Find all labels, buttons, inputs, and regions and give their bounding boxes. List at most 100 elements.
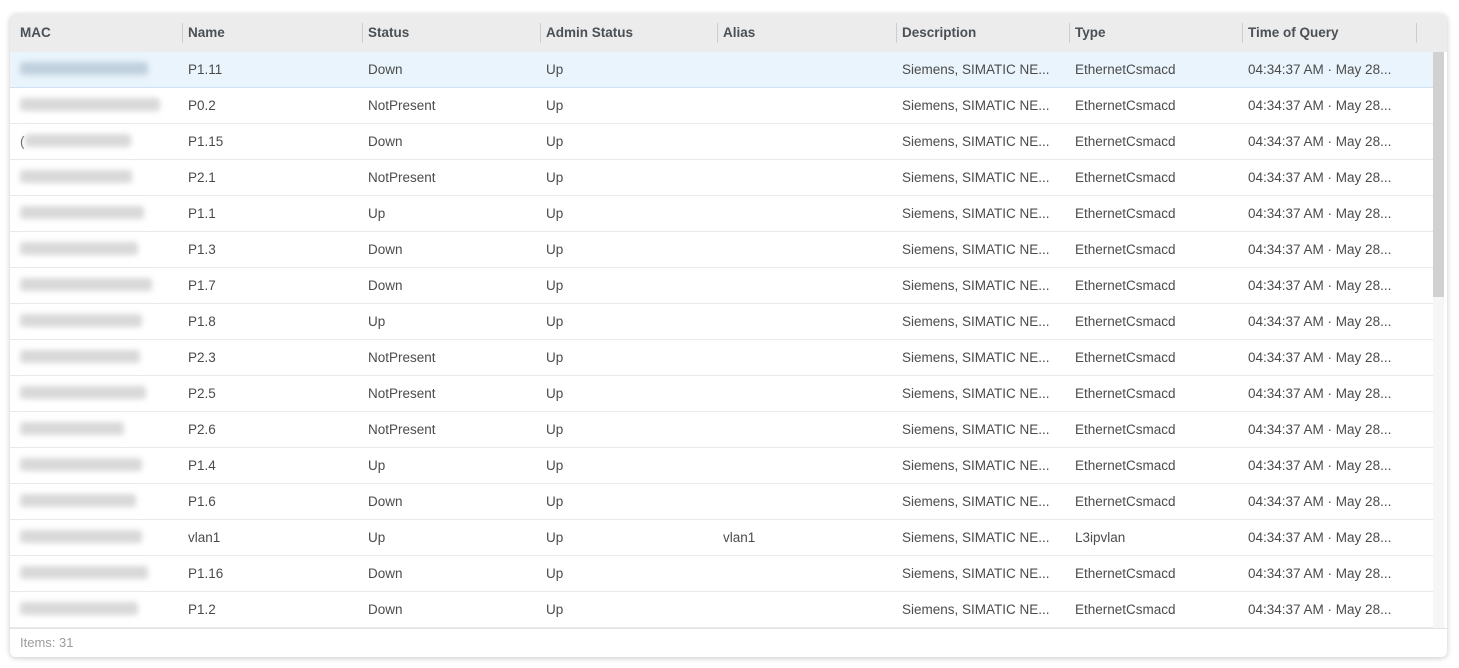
cell-admin-status: Up [540, 88, 717, 123]
cell-status: Down [362, 592, 540, 627]
page: MAC Name Status Admin Status Alias Descr… [0, 0, 1459, 668]
cell-admin-status: Up [540, 592, 717, 627]
cell-status: Down [362, 484, 540, 519]
mac-redacted-value [20, 422, 124, 435]
cell-alias [717, 88, 896, 123]
cell-status: Down [362, 268, 540, 303]
cell-name: P1.6 [182, 484, 362, 519]
scrollbar-thumb[interactable] [1433, 52, 1444, 297]
table-body: P1.11 Down Up Siemens, SIMATIC NE... Eth… [10, 52, 1447, 628]
column-header-name[interactable]: Name [182, 14, 362, 52]
cell-description: Siemens, SIMATIC NE... [896, 340, 1069, 375]
mac-redacted-value [20, 602, 138, 615]
column-header-time-of-query[interactable]: Time of Query [1242, 14, 1416, 52]
table-row[interactable]: P1.1 Up Up Siemens, SIMATIC NE... Ethern… [10, 196, 1433, 232]
cell-name: P1.11 [182, 52, 362, 87]
table-row[interactable]: P2.6 NotPresent Up Siemens, SIMATIC NE..… [10, 412, 1433, 448]
cell-status: NotPresent [362, 160, 540, 195]
table-row[interactable]: P1.8 Up Up Siemens, SIMATIC NE... Ethern… [10, 304, 1433, 340]
mac-redacted-value [20, 494, 136, 507]
cell-mac [10, 160, 182, 195]
table-row[interactable]: vlan1 Up Up vlan1 Siemens, SIMATIC NE...… [10, 520, 1433, 556]
mac-redacted-value [20, 206, 144, 219]
cell-description: Siemens, SIMATIC NE... [896, 268, 1069, 303]
column-header-mac[interactable]: MAC [10, 14, 182, 52]
table-row[interactable]: P1.11 Down Up Siemens, SIMATIC NE... Eth… [10, 52, 1433, 88]
cell-type: EthernetCsmacd [1069, 160, 1242, 195]
cell-mac [10, 268, 182, 303]
cell-admin-status: Up [540, 412, 717, 447]
column-header-status[interactable]: Status [362, 14, 540, 52]
cell-description: Siemens, SIMATIC NE... [896, 196, 1069, 231]
cell-time-of-query: 04:34:37 AM · May 28... [1242, 232, 1416, 267]
table-row[interactable]: P1.4 Up Up Siemens, SIMATIC NE... Ethern… [10, 448, 1433, 484]
column-header-type[interactable]: Type [1069, 14, 1242, 52]
mac-redacted-value [20, 62, 148, 75]
mac-redacted-value [20, 314, 142, 327]
cell-alias [717, 592, 896, 627]
cell-status: Down [362, 124, 540, 159]
table-row[interactable]: P0.2 NotPresent Up Siemens, SIMATIC NE..… [10, 88, 1433, 124]
cell-time-of-query: 04:34:37 AM · May 28... [1242, 124, 1416, 159]
table-row[interactable]: P1.7 Down Up Siemens, SIMATIC NE... Ethe… [10, 268, 1433, 304]
cell-name: P1.7 [182, 268, 362, 303]
cell-mac [10, 196, 182, 231]
cell-type: EthernetCsmacd [1069, 232, 1242, 267]
table-row[interactable]: P2.3 NotPresent Up Siemens, SIMATIC NE..… [10, 340, 1433, 376]
table-row[interactable]: P1.6 Down Up Siemens, SIMATIC NE... Ethe… [10, 484, 1433, 520]
table-row[interactable]: ( P1.15 Down Up Siemens, SIMATIC NE... E… [10, 124, 1433, 160]
table-row[interactable]: P1.2 Down Up Siemens, SIMATIC NE... Ethe… [10, 592, 1433, 628]
cell-description: Siemens, SIMATIC NE... [896, 520, 1069, 555]
column-header-alias[interactable]: Alias [717, 14, 896, 52]
mac-redacted-value [20, 170, 132, 183]
cell-mac [10, 592, 182, 627]
cell-status: Up [362, 196, 540, 231]
table-row[interactable]: P1.3 Down Up Siemens, SIMATIC NE... Ethe… [10, 232, 1433, 268]
cell-type: EthernetCsmacd [1069, 268, 1242, 303]
cell-mac [10, 448, 182, 483]
column-header-description[interactable]: Description [896, 14, 1069, 52]
cell-type: EthernetCsmacd [1069, 592, 1242, 627]
cell-time-of-query: 04:34:37 AM · May 28... [1242, 268, 1416, 303]
cell-status: NotPresent [362, 376, 540, 411]
table-row[interactable]: P2.5 NotPresent Up Siemens, SIMATIC NE..… [10, 376, 1433, 412]
cell-name: P2.5 [182, 376, 362, 411]
cell-name: vlan1 [182, 520, 362, 555]
mac-redacted-value [20, 530, 142, 543]
table-row[interactable]: P2.1 NotPresent Up Siemens, SIMATIC NE..… [10, 160, 1433, 196]
cell-status: NotPresent [362, 412, 540, 447]
cell-time-of-query: 04:34:37 AM · May 28... [1242, 52, 1416, 87]
cell-alias [717, 52, 896, 87]
table-row[interactable]: P1.16 Down Up Siemens, SIMATIC NE... Eth… [10, 556, 1433, 592]
cell-mac [10, 520, 182, 555]
cell-type: EthernetCsmacd [1069, 196, 1242, 231]
cell-type: EthernetCsmacd [1069, 340, 1242, 375]
cell-name: P1.2 [182, 592, 362, 627]
cell-type: EthernetCsmacd [1069, 556, 1242, 591]
cell-description: Siemens, SIMATIC NE... [896, 124, 1069, 159]
mac-redacted-value [20, 278, 152, 291]
cell-status: Down [362, 556, 540, 591]
cell-alias [717, 124, 896, 159]
cell-name: P2.6 [182, 412, 362, 447]
cell-type: EthernetCsmacd [1069, 412, 1242, 447]
vertical-scrollbar[interactable] [1433, 52, 1444, 628]
cell-admin-status: Up [540, 232, 717, 267]
cell-name: P0.2 [182, 88, 362, 123]
cell-alias: vlan1 [717, 520, 896, 555]
cell-mac [10, 376, 182, 411]
cell-admin-status: Up [540, 268, 717, 303]
cell-description: Siemens, SIMATIC NE... [896, 556, 1069, 591]
cell-name: P1.1 [182, 196, 362, 231]
cell-time-of-query: 04:34:37 AM · May 28... [1242, 520, 1416, 555]
mac-redacted-value [20, 98, 160, 111]
cell-time-of-query: 04:34:37 AM · May 28... [1242, 88, 1416, 123]
cell-description: Siemens, SIMATIC NE... [896, 88, 1069, 123]
cell-admin-status: Up [540, 52, 717, 87]
table-footer: Items: 31 [10, 628, 1447, 657]
column-header-admin-status[interactable]: Admin Status [540, 14, 717, 52]
mac-redacted-value [20, 458, 142, 471]
cell-time-of-query: 04:34:37 AM · May 28... [1242, 304, 1416, 339]
cell-time-of-query: 04:34:37 AM · May 28... [1242, 412, 1416, 447]
cell-alias [717, 160, 896, 195]
